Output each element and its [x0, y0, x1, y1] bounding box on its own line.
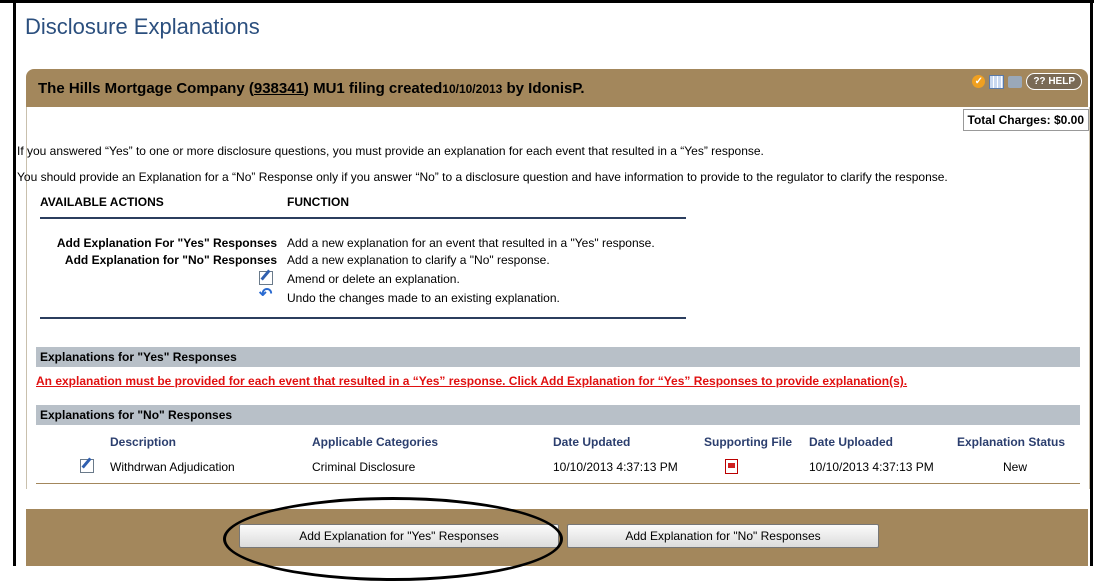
- frame-right: [1090, 0, 1093, 566]
- filing-type: ) MU1 filing created: [303, 80, 443, 97]
- filing-banner: The Hills Mortgage Company (938341) MU1 …: [26, 69, 1088, 107]
- frame-top: [0, 0, 1094, 3]
- filing-info: The Hills Mortgage Company (938341) MU1 …: [38, 80, 585, 97]
- row-categories: Criminal Disclosure: [312, 460, 416, 474]
- yes-section-bar: Explanations for "Yes" Responses: [36, 347, 1080, 367]
- row-description: Withdrwan Adjudication: [110, 460, 235, 474]
- row-date-updated: 10/10/2013 4:37:13 PM: [553, 460, 678, 474]
- info-yes: If you answered “Yes” to one or more dis…: [17, 144, 764, 158]
- action-add-no-function: Add a new explanation to clarify a "No" …: [287, 253, 550, 267]
- total-charges: Total Charges: $0.00: [962, 109, 1089, 131]
- edit-icon: [259, 271, 273, 285]
- row-edit-icon[interactable]: [80, 459, 94, 473]
- col-description: Description: [110, 435, 177, 449]
- col-date-uploaded: Date Uploaded: [809, 435, 894, 449]
- action-add-yes-function: Add a new explanation for an event that …: [287, 236, 655, 250]
- checkmark-icon[interactable]: ✓: [972, 75, 986, 88]
- function-header: FUNCTION: [287, 195, 349, 209]
- col-categories: Applicable Categories: [312, 435, 439, 449]
- pdf-icon[interactable]: [725, 459, 738, 474]
- info-no: You should provide an Explanation for a …: [17, 170, 948, 184]
- grid-icon[interactable]: [989, 74, 1005, 89]
- undo-icon: ↶: [259, 286, 273, 303]
- col-status: Explanation Status: [957, 435, 1066, 449]
- page-title: Disclosure Explanations: [25, 14, 260, 39]
- filing-date: 10/10/2013: [442, 82, 503, 96]
- actions-bottom-rule: [40, 317, 686, 319]
- col-date-updated: Date Updated: [553, 435, 631, 449]
- actions-header: AVAILABLE ACTIONS: [40, 195, 164, 209]
- col-supporting-file: Supporting File: [704, 435, 792, 449]
- row-divider: [36, 483, 1080, 484]
- add-no-explanation-button[interactable]: Add Explanation for "No" Responses: [567, 524, 879, 548]
- banner-toolbar: ✓ ?? HELP: [972, 73, 1082, 90]
- row-status: New: [1003, 460, 1028, 474]
- filing-user: by IdonisP.: [502, 80, 585, 97]
- frame-left: [13, 0, 16, 566]
- action-edit-function: Amend or delete an explanation.: [287, 272, 460, 286]
- company-name: The Hills Mortgage Company (: [38, 80, 254, 97]
- print-icon[interactable]: [1008, 75, 1023, 88]
- help-button[interactable]: ?? HELP: [1026, 73, 1082, 90]
- action-add-no-label: Add Explanation for "No" Responses: [64, 253, 277, 267]
- company-id-link[interactable]: 938341: [254, 80, 304, 97]
- highlight-ellipse: [223, 497, 563, 581]
- no-section-title: Explanations for "No" Responses: [40, 408, 233, 422]
- actions-top-rule: [40, 217, 686, 219]
- yes-warning: An explanation must be provided for each…: [36, 374, 908, 388]
- action-add-yes-label: Add Explanation For "Yes" Responses: [56, 236, 277, 250]
- row-date-uploaded: 10/10/2013 4:37:13 PM: [809, 460, 934, 474]
- action-undo-function: Undo the changes made to an existing exp…: [287, 291, 560, 305]
- no-section-bar: Explanations for "No" Responses: [36, 405, 1080, 425]
- yes-section-title: Explanations for "Yes" Responses: [40, 350, 237, 364]
